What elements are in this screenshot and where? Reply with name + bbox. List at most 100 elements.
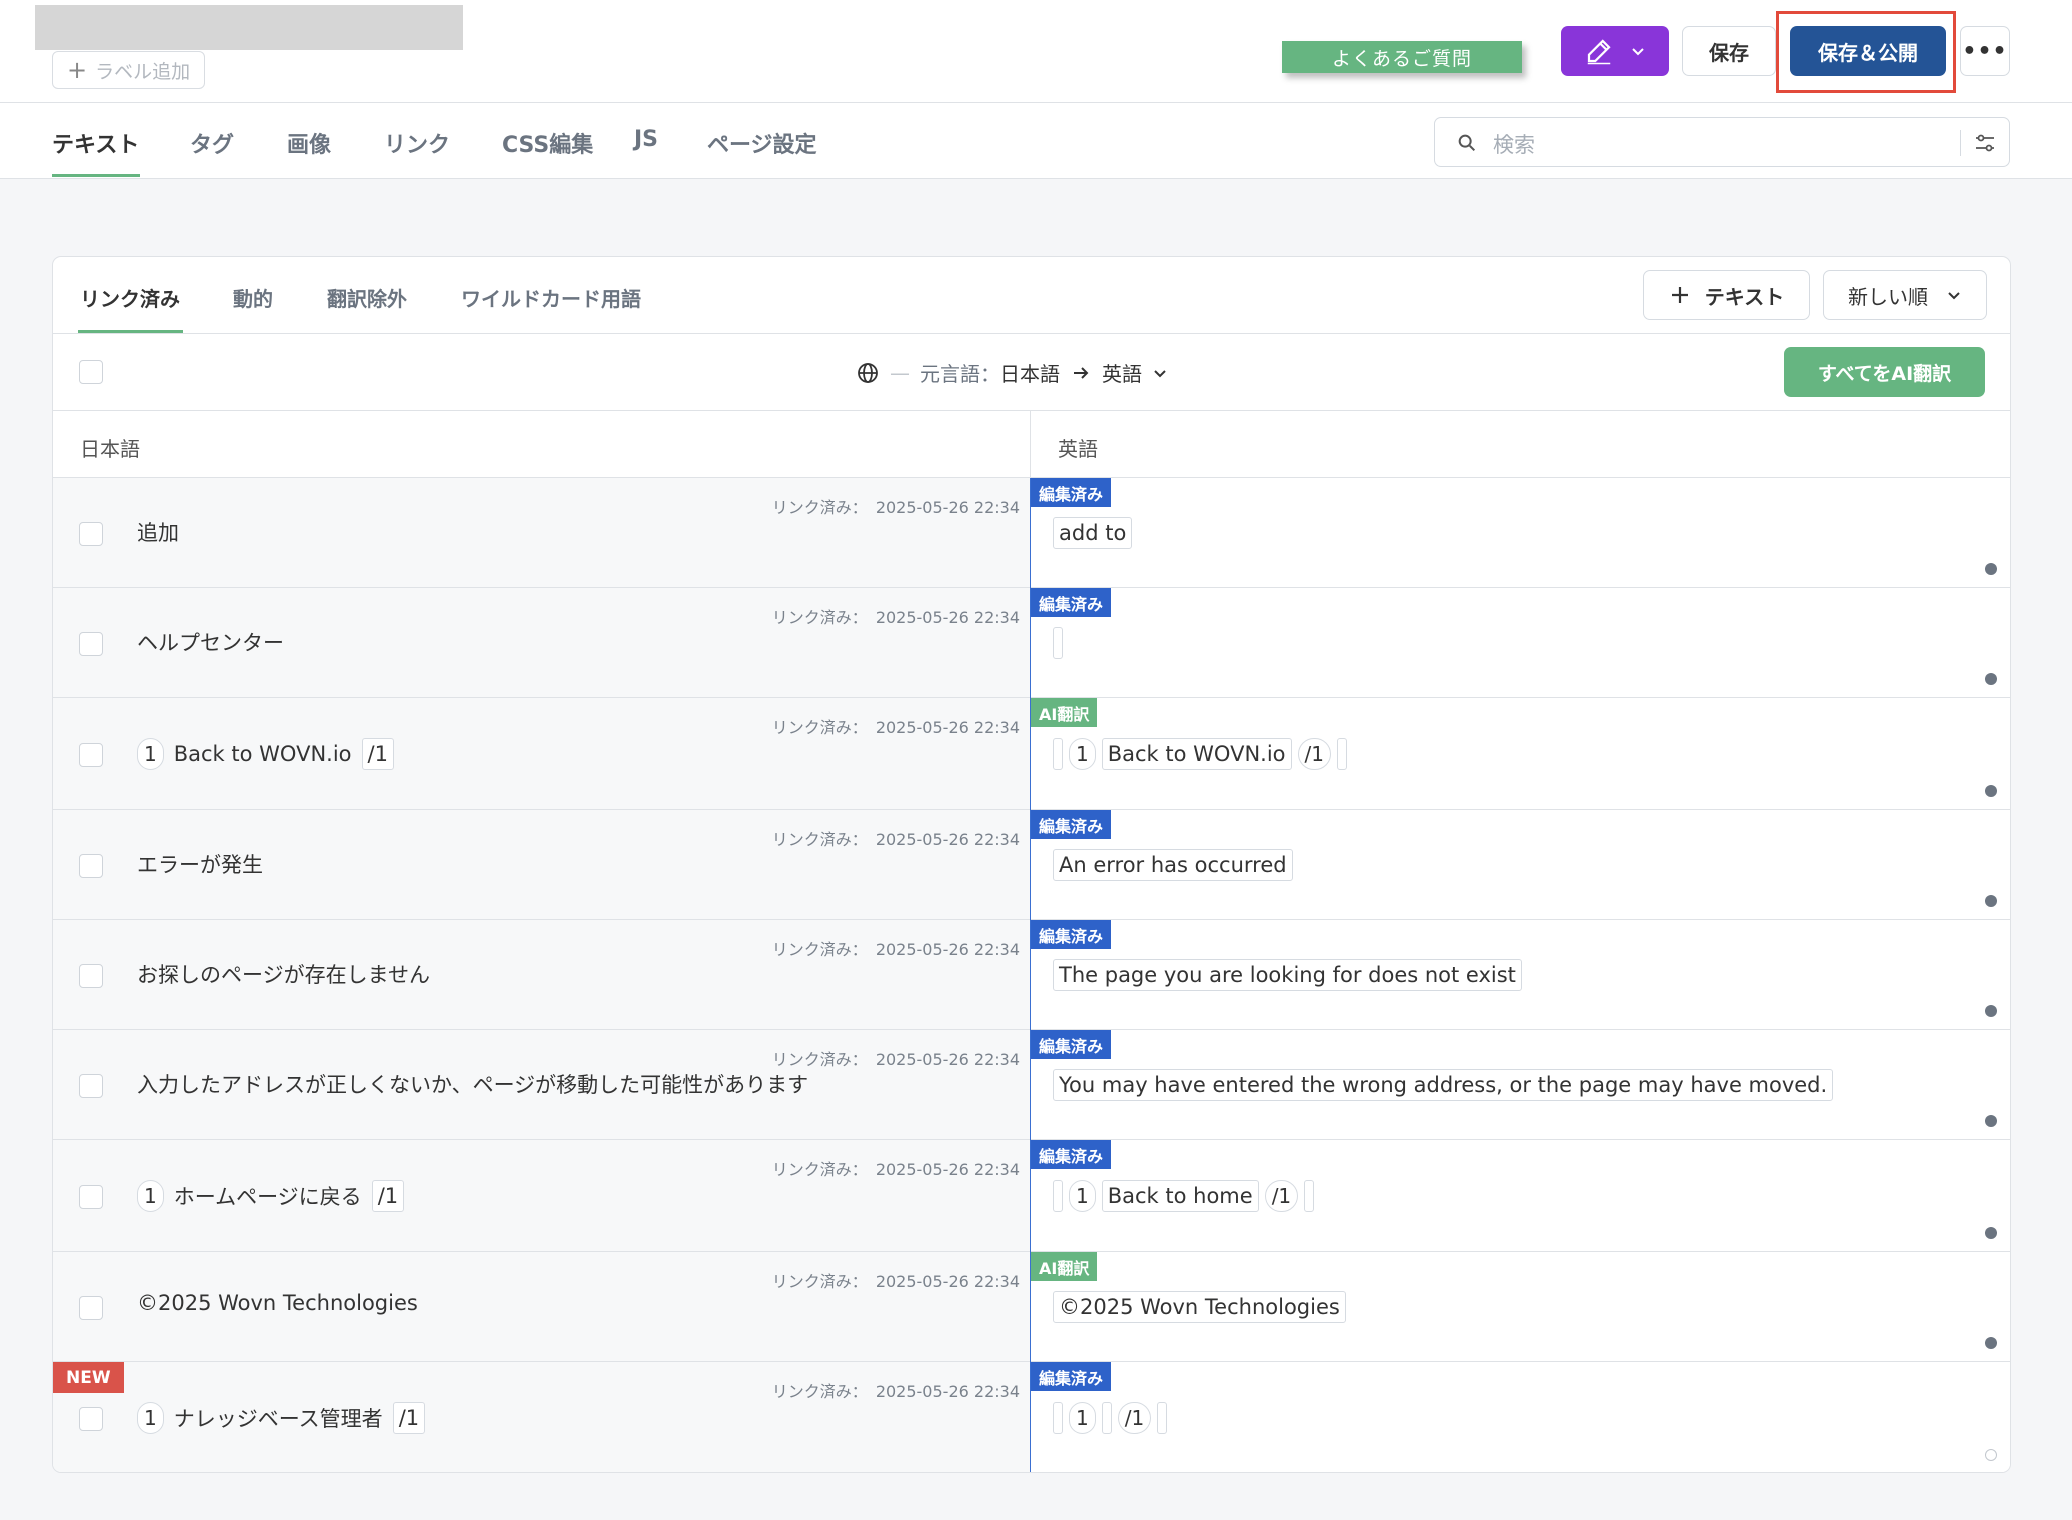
- target-cell[interactable]: 編集済み You may have entered the wrong addre…: [1031, 1030, 2010, 1139]
- subtab-dynamic[interactable]: 動的: [233, 283, 273, 312]
- translation-empty-segment[interactable]: [1053, 738, 1063, 770]
- source-text-value: ©2025 Wovn Technologies: [137, 1291, 418, 1315]
- row-checkbox[interactable]: [79, 743, 103, 767]
- search-box[interactable]: 検索: [1434, 117, 2010, 167]
- faq-button[interactable]: よくあるご質問: [1282, 41, 1522, 73]
- target-cell[interactable]: 編集済み add to: [1031, 478, 2010, 587]
- source-close-tag: /1: [392, 1402, 426, 1434]
- add-text-button[interactable]: テキスト: [1643, 270, 1810, 320]
- table-row: リンク済み： 2025-05-26 22:34 ヘルプセンター 編集済み: [53, 588, 2010, 698]
- edit-mode-button[interactable]: [1561, 26, 1669, 76]
- search-divider: [1960, 130, 1961, 156]
- translation-value[interactable]: Back to WOVN.io: [1101, 738, 1292, 770]
- translation-open-tag: 1: [1069, 1180, 1096, 1212]
- translation-empty-segment[interactable]: [1336, 738, 1347, 770]
- translation-text[interactable]: add to: [1053, 517, 1133, 549]
- tab-page-settings[interactable]: ページ設定: [707, 127, 817, 159]
- table-row: リンク済み： 2025-05-26 22:34 入力したアドレスが正しくないか、ペー…: [53, 1030, 2010, 1140]
- translation-value[interactable]: Back to home: [1101, 1180, 1259, 1212]
- target-lang: 英語: [1102, 362, 1142, 386]
- target-cell[interactable]: 編集済み: [1031, 588, 2010, 697]
- more-options-button[interactable]: •••: [1960, 26, 2010, 76]
- subtab-excluded[interactable]: 翻訳除外: [327, 283, 407, 312]
- column-headers: 日本語 英語: [53, 411, 2010, 478]
- target-cell[interactable]: AI翻訳 ©2025 Wovn Technologies: [1031, 1252, 2010, 1361]
- save-button[interactable]: 保存: [1682, 26, 1776, 76]
- row-checkbox[interactable]: [79, 1074, 103, 1098]
- translation-empty-segment[interactable]: [1053, 1180, 1063, 1212]
- save-and-publish-button[interactable]: 保存＆公開: [1790, 26, 1946, 76]
- source-text-value: ナレッジベース管理者: [173, 1407, 383, 1431]
- row-checkbox[interactable]: [79, 1296, 103, 1320]
- meta-label: リンク済み：: [771, 1160, 868, 1179]
- tab-text[interactable]: テキスト: [52, 127, 139, 159]
- translation-text[interactable]: 1 Back to WOVN.io/1: [1053, 738, 1347, 770]
- search-icon: [1458, 134, 1476, 152]
- translation-open-tag: 1: [1069, 738, 1096, 770]
- translation-open-tag: 1: [1069, 1402, 1096, 1434]
- row-checkbox[interactable]: [79, 854, 103, 878]
- translation-empty-segment[interactable]: [1101, 1402, 1112, 1434]
- subtab-linked[interactable]: リンク済み: [80, 283, 180, 312]
- tab-js[interactable]: JS: [634, 127, 658, 152]
- translation-empty-segment[interactable]: [1157, 1402, 1168, 1434]
- target-cell[interactable]: 編集済み The page you are looking for does no…: [1031, 920, 2010, 1029]
- translation-text[interactable]: [1053, 627, 1063, 659]
- status-badge: 編集済み: [1031, 588, 1112, 617]
- source-close-tag: /1: [371, 1180, 405, 1212]
- sort-dropdown[interactable]: 新しい順: [1823, 270, 1987, 320]
- translation-text[interactable]: 1/1: [1053, 1402, 1168, 1434]
- translation-empty-segment[interactable]: [1053, 1402, 1063, 1434]
- target-cell[interactable]: 編集済み 1 Back to home/1: [1031, 1140, 2010, 1251]
- subtab-wildcard[interactable]: ワイルドカード用語: [461, 283, 641, 312]
- language-selector[interactable]: — 元言語： 日本語 英語: [856, 358, 1168, 387]
- status-badge: 編集済み: [1031, 1362, 1112, 1391]
- tab-links[interactable]: リンク: [384, 127, 450, 159]
- translation-text[interactable]: 1 Back to home/1: [1053, 1180, 1315, 1212]
- translation-empty-segment[interactable]: [1053, 627, 1063, 659]
- source-text: お探しのページが存在しません: [137, 959, 430, 989]
- tab-tags[interactable]: タグ: [190, 127, 234, 159]
- row-meta: リンク済み： 2025-05-26 22:34: [772, 494, 1020, 518]
- target-cell[interactable]: 編集済み An error has occurred: [1031, 810, 2010, 919]
- table-row: リンク済み： 2025-05-26 22:34 追加 編集済み add to: [53, 478, 2010, 588]
- ai-translate-all-button[interactable]: すべてをAI翻訳: [1784, 347, 1985, 397]
- row-checkbox[interactable]: [79, 1407, 103, 1431]
- translation-empty-segment[interactable]: [1304, 1180, 1315, 1212]
- translation-value[interactable]: add to: [1053, 517, 1133, 549]
- status-dot: [1985, 1227, 1997, 1239]
- translation-value[interactable]: An error has occurred: [1053, 849, 1293, 881]
- source-open-tag: 1: [137, 1180, 164, 1212]
- source-cell: リンク済み： 2025-05-26 22:34 NEW 1 ナレッジベース管理者/1: [53, 1362, 1030, 1472]
- select-all-checkbox[interactable]: [79, 360, 103, 384]
- status-dot: [1985, 563, 1997, 575]
- source-cell: リンク済み： 2025-05-26 22:34 エラーが発生: [53, 810, 1030, 919]
- filter-icon[interactable]: [1973, 131, 1997, 155]
- source-text-value: ホームページに戻る: [173, 1185, 362, 1209]
- translation-value[interactable]: You may have entered the wrong address, …: [1053, 1069, 1834, 1101]
- add-label-button[interactable]: + ラベル追加: [52, 51, 206, 89]
- row-meta: リンク済み： 2025-05-26 22:34: [772, 826, 1020, 850]
- source-text: 1 ナレッジベース管理者/1: [137, 1402, 426, 1434]
- source-cell: リンク済み： 2025-05-26 22:34 1 ホームページに戻る/1: [53, 1140, 1030, 1251]
- status-badge: 編集済み: [1031, 478, 1112, 507]
- tab-css[interactable]: CSS編集: [502, 127, 593, 159]
- row-checkbox[interactable]: [79, 522, 103, 546]
- main-tabs: テキスト タグ 画像 リンク CSS編集 JS ページ設定 検索: [0, 103, 2072, 179]
- translation-text[interactable]: The page you are looking for does not ex…: [1053, 959, 1522, 991]
- row-checkbox[interactable]: [79, 1185, 103, 1209]
- target-cell[interactable]: 編集済み 1/1: [1031, 1362, 2010, 1472]
- translation-text[interactable]: You may have entered the wrong address, …: [1053, 1069, 1834, 1101]
- row-checkbox[interactable]: [79, 964, 103, 988]
- translation-text[interactable]: ©2025 Wovn Technologies: [1053, 1291, 1346, 1323]
- tab-images[interactable]: 画像: [287, 127, 331, 159]
- row-checkbox[interactable]: [79, 632, 103, 656]
- translation-value[interactable]: ©2025 Wovn Technologies: [1053, 1291, 1346, 1323]
- source-lang: 日本語: [1000, 362, 1060, 386]
- translation-value[interactable]: The page you are looking for does not ex…: [1053, 959, 1522, 991]
- target-cell[interactable]: AI翻訳 1 Back to WOVN.io/1: [1031, 698, 2010, 809]
- status-dot: [1985, 673, 1997, 685]
- translation-text[interactable]: An error has occurred: [1053, 849, 1293, 881]
- search-input[interactable]: 検索: [1493, 129, 1535, 159]
- source-open-tag: 1: [137, 1402, 164, 1434]
